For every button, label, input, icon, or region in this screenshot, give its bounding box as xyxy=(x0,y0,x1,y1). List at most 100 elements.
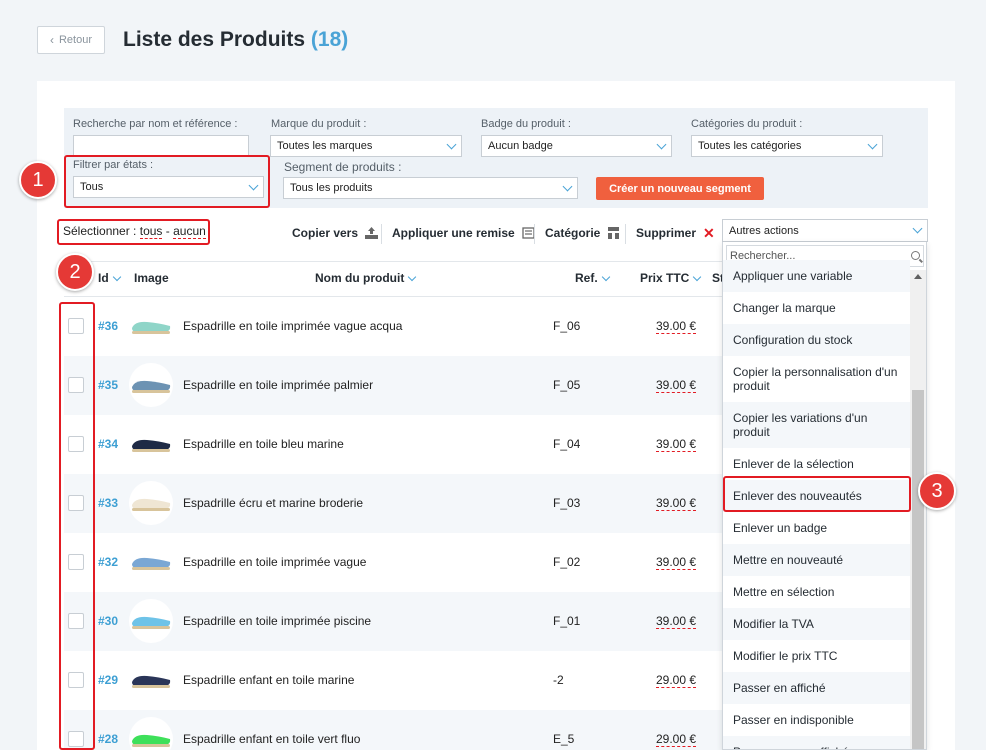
dropdown-option[interactable]: Passer en affiché xyxy=(723,672,910,704)
product-thumbnail xyxy=(129,540,173,584)
product-id-link[interactable]: #33 xyxy=(98,496,118,510)
dropdown-option[interactable]: Modifier le prix TTC xyxy=(723,640,910,672)
product-price[interactable]: 39.00 € xyxy=(656,319,697,334)
column-header-image: Image xyxy=(134,271,169,285)
product-id-link[interactable]: #28 xyxy=(98,732,118,746)
annotation-box-select xyxy=(57,219,210,245)
product-name[interactable]: Espadrille en toile bleu marine xyxy=(183,437,344,451)
product-id-link[interactable]: #29 xyxy=(98,673,118,687)
chevron-down-icon xyxy=(656,139,667,149)
dropdown-option[interactable]: Copier la personnalisation d'un produit xyxy=(723,356,910,402)
search-label: Recherche par nom et référence : xyxy=(73,118,238,130)
product-name[interactable]: Espadrille en toile imprimée vague xyxy=(183,555,366,569)
dropdown-option[interactable]: Passer en indisponible xyxy=(723,704,910,736)
product-price[interactable]: 39.00 € xyxy=(656,614,697,629)
back-label: Retour xyxy=(58,34,93,46)
brand-select-value: Toutes les marques xyxy=(277,140,373,152)
product-thumbnail xyxy=(129,717,173,750)
apply-discount-label: Appliquer une remise xyxy=(392,226,515,240)
dropdown-option[interactable]: Configuration du stock xyxy=(723,324,910,356)
page-title: Liste des Produits (18) xyxy=(123,28,348,52)
column-header-id[interactable]: Id xyxy=(98,271,121,285)
product-ref: F_01 xyxy=(553,614,581,628)
dropdown-option[interactable]: Changer la marque xyxy=(723,292,910,324)
product-name[interactable]: Espadrille enfant en toile marine xyxy=(183,673,354,687)
segment-select[interactable]: Tous les produits xyxy=(283,177,578,199)
product-price[interactable]: 39.00 € xyxy=(656,378,697,393)
category-button[interactable]: Catégorie xyxy=(545,226,620,240)
category-label: Catégories du produit : xyxy=(691,118,803,130)
product-thumbnail xyxy=(129,422,173,466)
chevron-down-icon xyxy=(112,272,121,281)
brand-select[interactable]: Toutes les marques xyxy=(270,135,462,157)
badge-select[interactable]: Aucun badge xyxy=(481,135,672,157)
product-id-link[interactable]: #32 xyxy=(98,555,118,569)
chevron-down-icon xyxy=(693,272,702,281)
dropdown-option[interactable]: Mettre en nouveauté xyxy=(723,544,910,576)
product-name[interactable]: Espadrille enfant en toile vert fluo xyxy=(183,732,360,746)
column-header-name[interactable]: Nom du produit xyxy=(315,271,417,285)
product-price[interactable]: 39.00 € xyxy=(656,496,697,511)
annotation-badge-1: 1 xyxy=(19,161,57,199)
category-select[interactable]: Toutes les catégories xyxy=(691,135,883,157)
espadrille-icon xyxy=(132,557,171,570)
column-header-id-label: Id xyxy=(98,271,109,285)
column-header-name-label: Nom du produit xyxy=(315,271,405,285)
dropdown-option-label: Changer la marque xyxy=(733,301,836,315)
product-id-link[interactable]: #34 xyxy=(98,437,118,451)
dropdown-option[interactable]: Passer en non affiché xyxy=(723,736,910,749)
chevron-down-icon xyxy=(446,139,457,149)
product-price[interactable]: 39.00 € xyxy=(656,437,697,452)
apply-discount-button[interactable]: Appliquer une remise xyxy=(392,226,535,240)
dropdown-option-label: Modifier la TVA xyxy=(733,617,814,631)
product-name[interactable]: Espadrille écru et marine broderie xyxy=(183,496,363,510)
segment-select-value: Tous les produits xyxy=(290,182,373,194)
other-actions-select[interactable]: Autres actions xyxy=(722,219,928,242)
chevron-down-icon xyxy=(867,139,878,149)
product-thumbnail xyxy=(129,599,173,643)
create-segment-button[interactable]: Créer un nouveau segment xyxy=(596,177,764,200)
dropdown-option-label: Enlever de la sélection xyxy=(733,457,854,471)
dropdown-option[interactable]: Appliquer une variable xyxy=(723,260,910,292)
dropdown-option[interactable]: Modifier la TVA xyxy=(723,608,910,640)
product-price[interactable]: 29.00 € xyxy=(656,732,697,747)
dropdown-scrollbar[interactable] xyxy=(910,270,926,749)
product-name[interactable]: Espadrille en toile imprimée vague acqua xyxy=(183,319,402,333)
annotation-box-checkboxes xyxy=(59,302,95,750)
product-id-link[interactable]: #36 xyxy=(98,319,118,333)
dropdown-option-label: Passer en indisponible xyxy=(733,713,854,727)
product-name[interactable]: Espadrille en toile imprimée palmier xyxy=(183,378,373,392)
product-price[interactable]: 39.00 € xyxy=(656,555,697,570)
back-button[interactable]: ‹ Retour xyxy=(37,26,105,54)
espadrille-icon xyxy=(132,439,171,452)
product-ref: -2 xyxy=(553,673,564,687)
dropdown-option-label: Enlever un badge xyxy=(733,521,828,535)
annotation-box-state-filter xyxy=(64,155,270,208)
dropdown-option[interactable]: Mettre en sélection xyxy=(723,576,910,608)
scrollbar-thumb[interactable] xyxy=(912,390,924,749)
espadrille-icon xyxy=(132,380,171,393)
dropdown-option[interactable]: Copier les variations d'un produit xyxy=(723,402,910,448)
product-ref: F_02 xyxy=(553,555,581,569)
search-input[interactable] xyxy=(73,135,249,157)
espadrille-icon xyxy=(132,321,171,334)
scroll-up-icon[interactable] xyxy=(914,274,922,279)
brand-label: Marque du produit : xyxy=(271,118,367,130)
column-header-price[interactable]: Prix TTC xyxy=(640,271,702,285)
product-ref: F_05 xyxy=(553,378,581,392)
delete-button[interactable]: Supprimer ✕ xyxy=(636,226,715,240)
product-thumbnail xyxy=(129,363,173,407)
product-id-link[interactable]: #30 xyxy=(98,614,118,628)
product-price[interactable]: 29.00 € xyxy=(656,673,697,688)
product-id-link[interactable]: #35 xyxy=(98,378,118,392)
dropdown-option-label: Appliquer une variable xyxy=(733,269,853,283)
column-header-price-label: Prix TTC xyxy=(640,271,690,285)
column-header-ref[interactable]: Ref. xyxy=(575,271,610,285)
copy-to-button[interactable]: Copier vers xyxy=(292,226,379,240)
dropdown-option-label: Passer en affiché xyxy=(733,681,826,695)
badge-label: Badge du produit : xyxy=(481,118,571,130)
dropdown-option[interactable]: Enlever un badge xyxy=(723,512,910,544)
annotation-badge-2: 2 xyxy=(56,253,94,291)
product-name[interactable]: Espadrille en toile imprimée piscine xyxy=(183,614,371,628)
column-header-ref-label: Ref. xyxy=(575,271,598,285)
